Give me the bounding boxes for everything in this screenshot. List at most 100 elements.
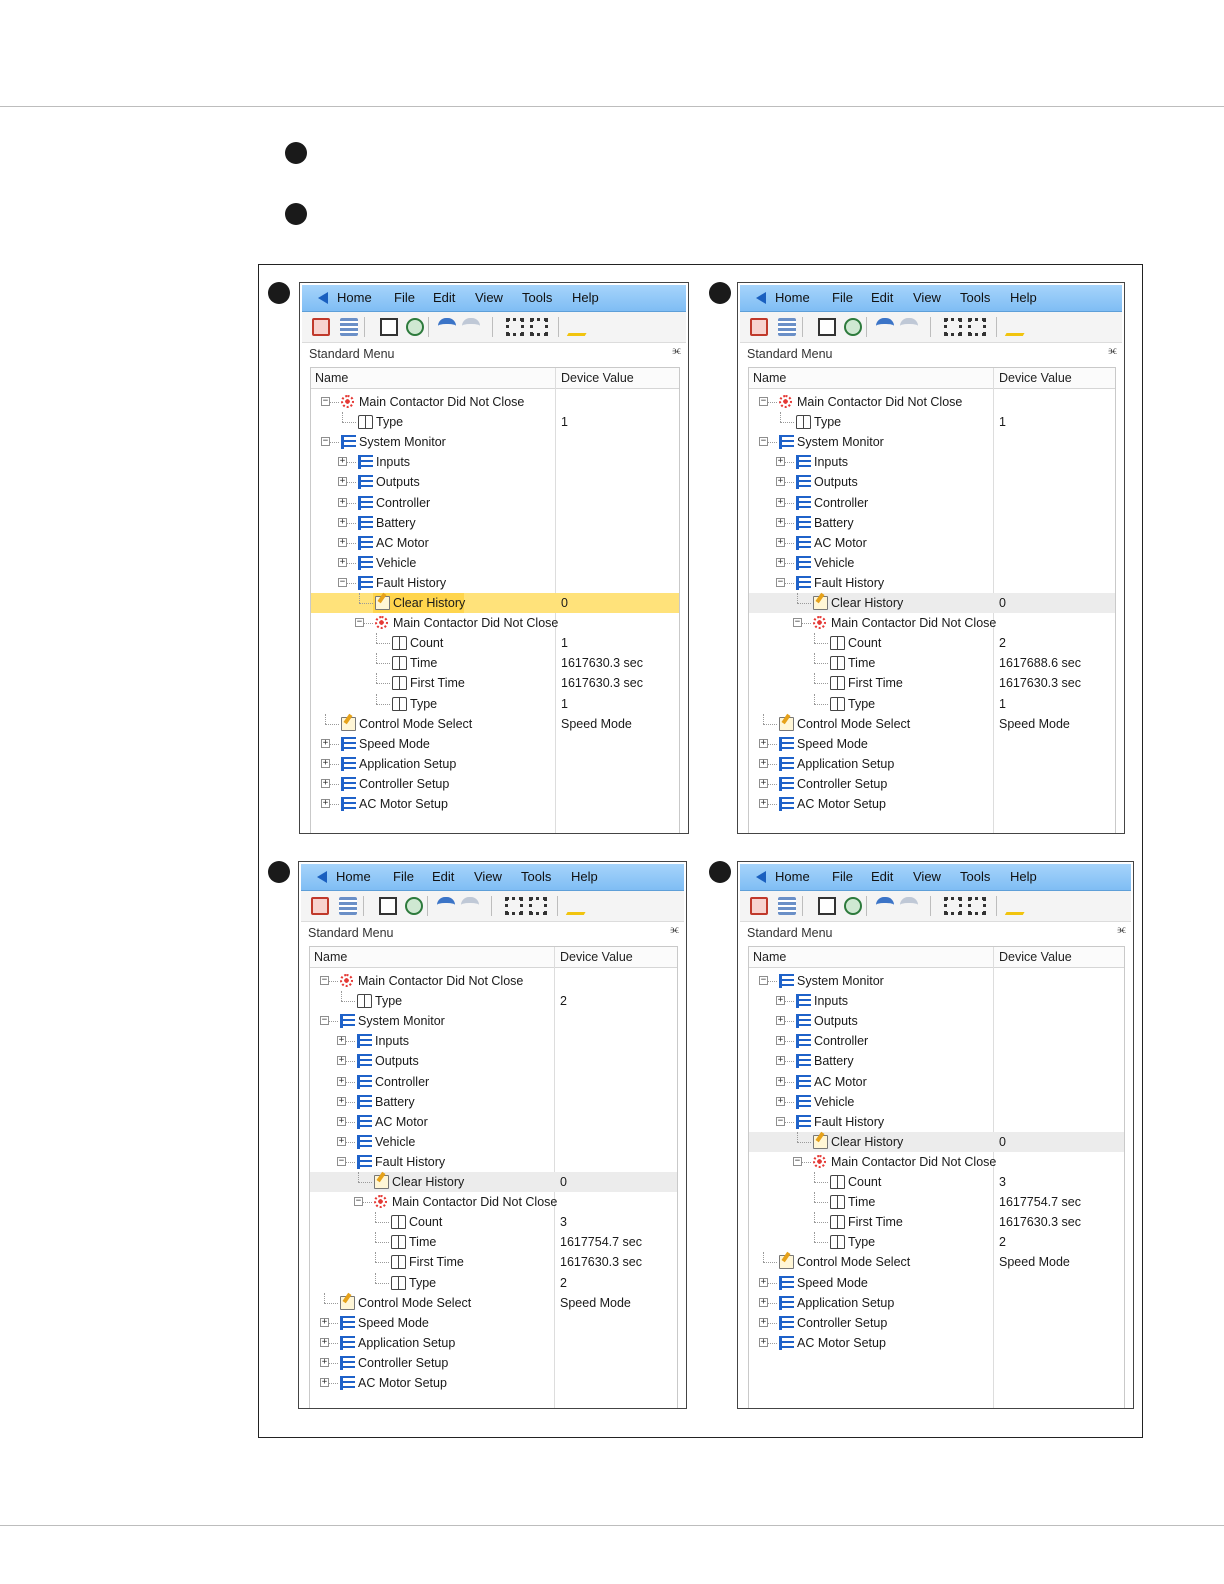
menu-edit[interactable]: Edit (871, 290, 893, 305)
tree-row[interactable]: + Vehicle (311, 553, 679, 573)
menu-edit[interactable]: Edit (871, 869, 893, 884)
tree-row[interactable]: + Battery (310, 1092, 677, 1112)
tree-row[interactable]: + Inputs (749, 991, 1124, 1011)
back-arrow-icon[interactable] (756, 871, 766, 883)
back-arrow-icon[interactable] (756, 292, 766, 304)
collapse-icon[interactable] (529, 897, 547, 915)
expand-icon[interactable]: + (320, 1378, 329, 1387)
program-icon[interactable] (750, 318, 768, 336)
expand-icon[interactable]: + (321, 758, 330, 768)
collapse-icon[interactable] (968, 318, 986, 336)
tree-row[interactable]: + Battery (749, 1051, 1124, 1071)
menu-help[interactable]: Help (1010, 290, 1037, 305)
program-icon[interactable] (312, 318, 330, 336)
expand-icon[interactable]: + (337, 1116, 346, 1126)
menu-home[interactable]: Home (337, 290, 372, 305)
tree-row[interactable]: − Fault History (749, 573, 1115, 593)
expand-icon[interactable]: + (320, 1357, 329, 1367)
tree-row[interactable]: First Time 1617630.3 sec (310, 1252, 677, 1272)
tree-row[interactable]: + Speed Mode (749, 1273, 1124, 1293)
tree-row[interactable]: + Inputs (310, 1031, 677, 1051)
tree-row[interactable]: Control Mode Select Speed Mode (311, 713, 679, 734)
undo-icon[interactable] (876, 318, 894, 336)
collapse-icon[interactable] (530, 318, 548, 336)
tree-row[interactable]: + Controller Setup (310, 1353, 677, 1373)
expand-icon[interactable]: + (776, 457, 785, 467)
program-icon[interactable] (750, 897, 768, 915)
tree-row[interactable]: + Outputs (311, 472, 679, 492)
tree-row[interactable]: Type 1 (311, 693, 679, 714)
menu-tools[interactable]: Tools (521, 869, 551, 884)
menu-help[interactable]: Help (571, 869, 598, 884)
expand-icon[interactable]: + (776, 537, 785, 547)
menu-file[interactable]: File (394, 290, 415, 305)
tree-row[interactable]: Type 1 (311, 412, 679, 432)
collapse-icon[interactable]: − (354, 1197, 363, 1207)
tree-row[interactable]: First Time 1617630.3 sec (749, 1212, 1124, 1232)
tree-row[interactable]: − Main Contactor Did Not Close (311, 613, 679, 633)
tree-row[interactable]: − Main Contactor Did Not Close (749, 392, 1115, 412)
parameter-icon[interactable] (379, 897, 397, 915)
menu-tools[interactable]: Tools (522, 290, 552, 305)
tree-row[interactable]: Clear History 0 (749, 1131, 1124, 1152)
expand-icon[interactable]: + (338, 497, 347, 507)
tree-row[interactable]: Control Mode Select Speed Mode (310, 1292, 677, 1313)
menu-help[interactable]: Help (1010, 869, 1037, 884)
expand-icon[interactable]: + (776, 517, 785, 527)
expand-icon[interactable]: + (776, 477, 785, 487)
collapse-icon[interactable] (968, 897, 986, 915)
tree-row[interactable]: Count 1 (311, 633, 679, 653)
collapse-icon[interactable]: − (759, 976, 768, 985)
expand-icon[interactable]: + (338, 457, 347, 467)
expand-icon[interactable]: + (338, 557, 347, 567)
collapse-icon[interactable]: − (320, 1016, 329, 1026)
collapse-icon[interactable]: − (793, 1156, 802, 1166)
redo-icon[interactable] (462, 318, 480, 336)
tree-row[interactable]: + AC Motor Setup (310, 1373, 677, 1393)
menu-help[interactable]: Help (572, 290, 599, 305)
expand-icon[interactable]: + (776, 1056, 785, 1066)
tree-row[interactable]: + AC Motor (749, 1072, 1124, 1092)
tree-row[interactable]: − System Monitor (749, 432, 1115, 452)
expand-icon[interactable]: + (321, 738, 330, 748)
tree-row[interactable]: Type 1 (749, 412, 1115, 432)
list-toggle-icon[interactable] (340, 318, 358, 336)
tree-row[interactable]: Clear History 0 (311, 593, 679, 613)
tree-row[interactable]: + Battery (311, 513, 679, 533)
tree-row[interactable]: Time 1617754.7 sec (310, 1232, 677, 1252)
tree-row[interactable]: Time 1617688.6 sec (749, 653, 1115, 673)
expand-icon[interactable]: + (759, 1297, 768, 1307)
tree-row[interactable]: + AC Motor Setup (311, 794, 679, 814)
monitor-icon[interactable] (844, 318, 862, 336)
back-arrow-icon[interactable] (317, 871, 327, 883)
tree-row[interactable]: + Controller Setup (311, 774, 679, 794)
tree-row[interactable]: + Battery (749, 513, 1115, 533)
column-header-device-value[interactable]: Device Value (560, 950, 633, 964)
expand-icon[interactable]: + (338, 517, 347, 527)
expand-icon[interactable]: + (338, 477, 347, 487)
expand-icon[interactable] (506, 318, 524, 336)
program-icon[interactable] (311, 897, 329, 915)
expand-icon[interactable]: + (759, 799, 768, 808)
expand-icon[interactable]: + (321, 778, 330, 788)
tree-row[interactable]: + Vehicle (749, 1092, 1124, 1112)
menu-file[interactable]: File (832, 869, 853, 884)
tree-row[interactable]: − System Monitor (749, 971, 1124, 991)
tree-row[interactable]: Control Mode Select Speed Mode (749, 713, 1115, 734)
tree-row[interactable]: − System Monitor (311, 432, 679, 452)
tree-row[interactable]: + Inputs (749, 452, 1115, 472)
column-header-name[interactable]: Name (314, 950, 347, 964)
undo-icon[interactable] (438, 318, 456, 336)
tree-row[interactable]: Count 3 (749, 1172, 1124, 1192)
column-header-name[interactable]: Name (315, 371, 348, 385)
collapse-icon[interactable]: − (776, 577, 785, 587)
tree-row[interactable]: − Main Contactor Did Not Close (749, 613, 1115, 633)
tree-row[interactable]: Control Mode Select Speed Mode (749, 1252, 1124, 1272)
tree-row[interactable]: + AC Motor (749, 533, 1115, 553)
parameter-icon[interactable] (818, 897, 836, 915)
back-arrow-icon[interactable] (318, 292, 328, 304)
tree-row[interactable]: + Application Setup (311, 754, 679, 774)
expand-icon[interactable]: + (320, 1317, 329, 1327)
tree-row[interactable]: − Fault History (749, 1112, 1124, 1132)
list-toggle-icon[interactable] (339, 897, 357, 915)
